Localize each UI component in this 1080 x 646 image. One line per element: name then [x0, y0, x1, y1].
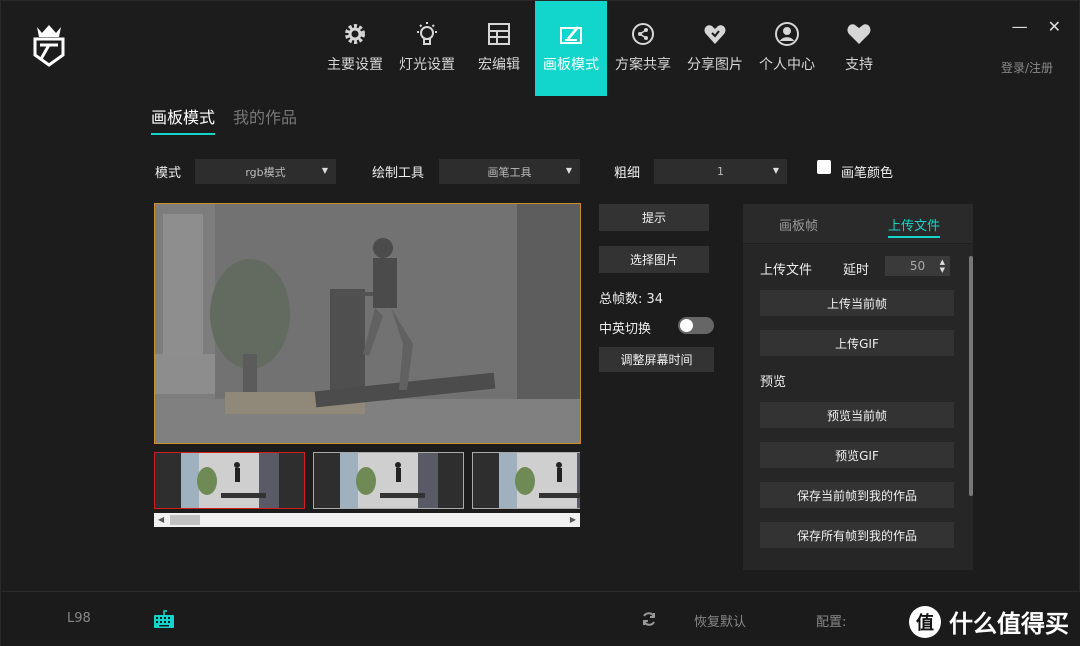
frame-thumbnail[interactable]	[472, 452, 580, 509]
panel-scrollbar[interactable]	[969, 256, 973, 496]
delay-label: 延时	[843, 263, 870, 278]
brush-color-label: 画笔颜色	[841, 166, 894, 181]
frame-thumbnail[interactable]	[313, 452, 464, 509]
upload-panel: 画板帧 上传文件 上传文件 延时 50 ▲ ▼ 上传当前帧 上传GIF 预览 预…	[743, 204, 973, 570]
window-controls: — ✕	[1012, 17, 1061, 36]
mode-label: 模式	[155, 166, 182, 181]
nav-label: 方案共享	[615, 56, 671, 73]
thickness-select[interactable]: 1 ▼	[654, 159, 787, 184]
nav-drawing-mode[interactable]: 画板模式	[535, 1, 607, 96]
watermark-text: 什么值得买	[949, 610, 1069, 638]
drawing-canvas[interactable]	[154, 203, 581, 444]
drawing-board-icon	[560, 25, 582, 44]
gear-icon	[345, 23, 365, 44]
chevron-down-icon: ▼	[565, 166, 572, 175]
lang-switch-label: 中英切换	[599, 322, 652, 337]
grid-icon	[488, 22, 510, 45]
tool-value: 画笔工具	[487, 165, 532, 179]
upload-gif-button[interactable]: 上传GIF	[760, 330, 954, 356]
stepper-up-icon[interactable]: ▲	[940, 258, 945, 266]
nav-label: 个人中心	[759, 56, 815, 73]
nav-label: 分享图片	[687, 56, 743, 73]
minimize-icon[interactable]: —	[1012, 17, 1028, 36]
nav-label: 宏编辑	[478, 56, 520, 73]
tab-my-works[interactable]: 我的作品	[233, 104, 297, 135]
preview-section-label: 预览	[760, 375, 787, 390]
restore-default-button[interactable]: 恢复默认	[694, 611, 746, 630]
scrollbar-thumb[interactable]	[969, 256, 973, 496]
nav-label: 画板模式	[543, 56, 599, 73]
mode-select[interactable]: rgb模式 ▼	[195, 159, 336, 184]
upload-section-label: 上传文件	[760, 263, 813, 278]
total-frames-text: 总帧数: 34	[599, 292, 664, 307]
top-nav: 主要设置 灯光设置 宏编辑 画板模式 方案共享 分享图片 个人中心 支持	[319, 1, 895, 96]
watermark: 值 什么值得买	[909, 604, 1069, 639]
heart-share-icon	[704, 24, 726, 44]
tool-select[interactable]: 画笔工具 ▼	[439, 159, 580, 184]
footer-bar: L98 恢复默认 配置: 值 什么值得买	[1, 592, 1080, 646]
nav-macro-edit[interactable]: 宏编辑	[463, 1, 535, 96]
nav-label: 灯光设置	[399, 56, 455, 73]
canvas-frame-image	[155, 204, 580, 443]
nav-light-settings[interactable]: 灯光设置	[391, 1, 463, 96]
sub-tabs: 画板模式 我的作品	[151, 104, 297, 135]
frame-strip	[154, 452, 580, 510]
nav-label: 支持	[845, 56, 873, 73]
tab-frames[interactable]: 画板帧	[779, 215, 818, 234]
tool-label: 绘制工具	[372, 166, 425, 181]
thickness-value: 1	[717, 165, 724, 178]
adjust-screen-time-button[interactable]: 调整屏幕时间	[599, 347, 714, 372]
share-scheme-icon	[632, 22, 654, 45]
save-current-frame-button[interactable]: 保存当前帧到我的作品	[760, 482, 954, 508]
frame-thumbnail-image	[155, 453, 304, 508]
app-logo	[33, 25, 65, 67]
nav-main-settings[interactable]: 主要设置	[319, 1, 391, 96]
nav-support[interactable]: 支持	[823, 1, 895, 96]
brush-color-checkbox[interactable]	[817, 160, 831, 174]
app-window: 主要设置 灯光设置 宏编辑 画板模式 方案共享 分享图片 个人中心 支持 — ✕…	[0, 0, 1080, 646]
nav-user-center[interactable]: 个人中心	[751, 1, 823, 96]
preview-gif-button[interactable]: 预览GIF	[760, 442, 954, 468]
config-label: 配置:	[816, 615, 847, 630]
preview-current-frame-button[interactable]: 预览当前帧	[760, 402, 954, 428]
stepper-down-icon[interactable]: ▼	[940, 266, 945, 274]
thickness-label: 粗细	[614, 166, 641, 181]
watermark-logo: 值	[909, 605, 941, 638]
delay-stepper[interactable]: 50 ▲ ▼	[885, 256, 950, 276]
tool-row: 模式 rgb模式 ▼ 绘制工具 画笔工具 ▼ 粗细 1 ▼ 画笔颜色	[1, 157, 1080, 187]
nav-label: 主要设置	[327, 56, 383, 73]
refresh-icon[interactable]	[641, 611, 657, 627]
frame-thumbnail[interactable]	[154, 452, 305, 509]
chevron-down-icon: ▼	[321, 166, 328, 175]
select-image-button[interactable]: 选择图片	[599, 246, 709, 273]
user-icon	[775, 21, 799, 46]
tab-draw-mode[interactable]: 画板模式	[151, 104, 216, 135]
mode-value: rgb模式	[245, 165, 286, 179]
toggle-knob	[680, 319, 693, 332]
lang-switch-toggle[interactable]	[678, 317, 714, 334]
frame-strip-scrollbar[interactable]: ◀ ▶	[154, 513, 580, 527]
close-icon[interactable]: ✕	[1048, 17, 1061, 36]
scrollbar-thumb[interactable]	[170, 515, 200, 525]
hint-button[interactable]: 提示	[599, 204, 709, 231]
tab-upload[interactable]: 上传文件	[888, 215, 941, 238]
panel-tabs: 画板帧 上传文件	[743, 204, 973, 244]
delay-value: 50	[909, 259, 926, 273]
save-all-frames-button[interactable]: 保存所有帧到我的作品	[760, 522, 954, 548]
device-name: L98	[67, 611, 91, 626]
lightbulb-icon	[417, 21, 437, 45]
keyboard-icon[interactable]	[153, 609, 175, 629]
nav-scheme-share[interactable]: 方案共享	[607, 1, 679, 96]
scroll-left-icon[interactable]: ◀	[158, 513, 164, 527]
heart-icon	[847, 23, 871, 44]
frame-thumbnail-image	[473, 453, 580, 508]
login-link[interactable]: 登录/注册	[1001, 59, 1053, 76]
scroll-right-icon[interactable]: ▶	[570, 513, 576, 527]
chevron-down-icon: ▼	[772, 166, 779, 175]
nav-share-image[interactable]: 分享图片	[679, 1, 751, 96]
frame-thumbnail-image	[314, 453, 463, 508]
upload-current-frame-button[interactable]: 上传当前帧	[760, 290, 954, 316]
